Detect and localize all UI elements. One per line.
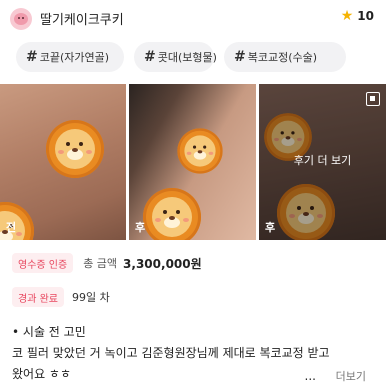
- review-line: 왔어요 ㅎㅎ: [12, 367, 72, 381]
- total-amount-value: 3,300,000원: [123, 256, 202, 271]
- receipt-row: 영수증 인증 총 금액 3,300,000원: [0, 252, 386, 274]
- truncation-ellipsis: ...: [304, 369, 316, 383]
- after-photo-1[interactable]: 후: [129, 84, 256, 240]
- total-amount-label: 총 금액: [83, 257, 118, 270]
- hash-icon: #: [234, 49, 246, 65]
- star-icon: ★: [340, 8, 354, 24]
- before-photo[interactable]: 전: [0, 84, 126, 240]
- review-body[interactable]: • 시술 전 고민 코 필러 맞았던 거 녹이고 김준형원장님께 제대로 복코교…: [12, 322, 378, 385]
- read-more-link[interactable]: 더보기: [336, 366, 366, 387]
- rating-value: 10: [357, 9, 374, 23]
- after-photo-2[interactable]: 후기 더 보기 후: [259, 84, 386, 240]
- review-header: 딸기케이크쿠키 ★ 10: [0, 0, 386, 38]
- lion-sticker-icon: [177, 128, 223, 174]
- tag-nose-tip[interactable]: # 코끝(자가연골): [16, 42, 124, 72]
- progress-complete-badge: 경과 완료: [12, 287, 64, 307]
- photo-gallery: 전 후 후기 더 보기 후: [0, 84, 386, 240]
- procedure-tags: # 코끝(자가연골) # 콧대(보형물) # 복코교정(수술): [0, 42, 386, 72]
- review-heading: • 시술 전 고민: [12, 322, 378, 343]
- progress-days: 99일 차: [71, 291, 110, 304]
- tag-nose-bridge[interactable]: # 콧대(보형물): [134, 42, 217, 72]
- lion-sticker-icon: [46, 120, 104, 178]
- tag-label: 콧대(보형물): [157, 51, 217, 64]
- multi-photo-icon: [366, 92, 380, 106]
- hash-icon: #: [144, 49, 156, 65]
- avatar[interactable]: [10, 8, 32, 30]
- review-heading-text: 시술 전 고민: [22, 325, 86, 339]
- bullet-icon: •: [12, 325, 20, 339]
- avatar-eye-left: [18, 17, 20, 19]
- tag-label: 복코교정(수술): [247, 51, 318, 64]
- strawberry-cake-avatar-icon: [14, 13, 28, 25]
- username[interactable]: 딸기케이크쿠키: [40, 9, 124, 28]
- photo-label-before: 전: [6, 221, 17, 234]
- tag-bulbous-nose[interactable]: # 복코교정(수술): [224, 42, 346, 72]
- tag-label: 코끝(자가연골): [39, 51, 110, 64]
- rating: ★ 10: [341, 9, 374, 23]
- avatar-eye-right: [22, 17, 24, 19]
- progress-row: 경과 완료 99일 차: [0, 286, 386, 308]
- hash-icon: #: [26, 49, 38, 65]
- photo-label-after: 후: [265, 221, 276, 234]
- photo-label-after: 후: [135, 221, 146, 234]
- more-reviews-overlay[interactable]: 후기 더 보기: [259, 152, 386, 168]
- review-line: 코 필러 맞았던 거 녹이고 김준형원장님께 제대로 복코교정 받고: [12, 346, 330, 360]
- receipt-verified-badge: 영수증 인증: [12, 253, 74, 273]
- lion-sticker-icon: [143, 188, 201, 240]
